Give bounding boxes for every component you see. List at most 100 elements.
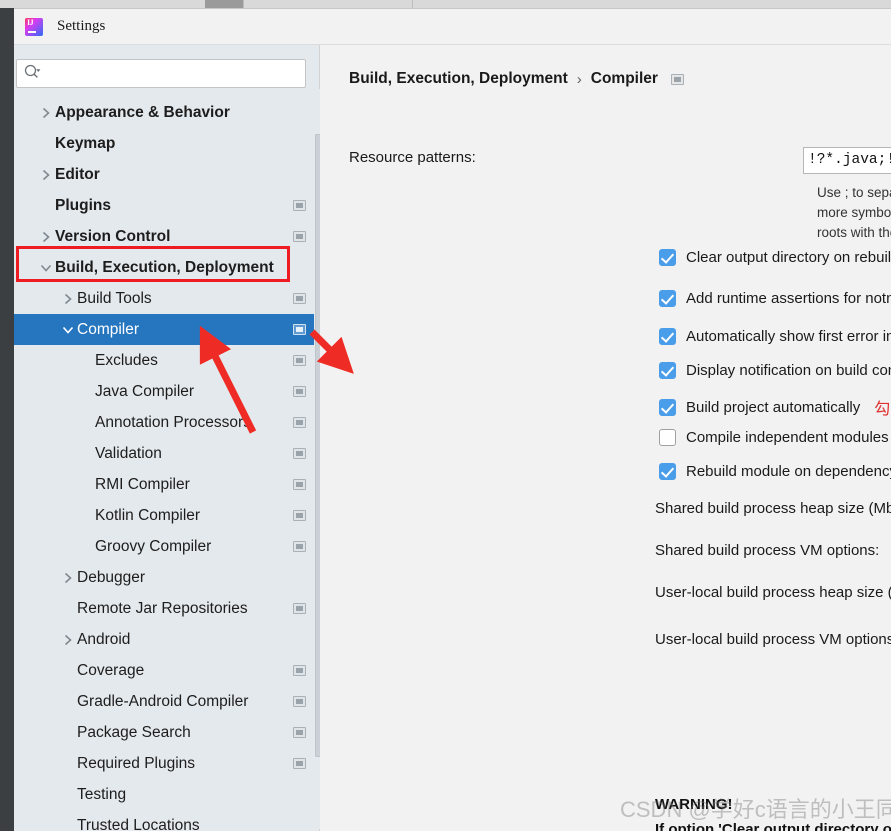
settings-scope-badge-icon[interactable] bbox=[293, 510, 306, 521]
sidebar-item-label: Build, Execution, Deployment bbox=[55, 258, 274, 276]
settings-scope-badge-icon[interactable] bbox=[293, 324, 306, 335]
sidebar-item-appearance-behavior[interactable]: Appearance & Behavior bbox=[14, 97, 320, 128]
checkbox-checked-icon-rebuild-module-on-dependency-change[interactable] bbox=[659, 463, 676, 480]
sidebar-item-debugger[interactable]: Debugger bbox=[14, 562, 320, 593]
settings-scope-badge-icon[interactable] bbox=[293, 448, 306, 459]
search-input[interactable] bbox=[47, 65, 291, 82]
sidebar-item-android[interactable]: Android bbox=[14, 624, 320, 655]
breadcrumb-parent[interactable]: Build, Execution, Deployment bbox=[349, 70, 568, 88]
checkbox-checked-icon-automatically-show-first-error-in-editor[interactable] bbox=[659, 328, 676, 345]
settings-dialog: Settings Appearance & BehaviorKeymapEdit bbox=[14, 8, 891, 831]
compiler-settings-panel: Build, Execution, Deployment › Compiler … bbox=[320, 45, 891, 831]
chevron-right-icon[interactable] bbox=[60, 632, 76, 648]
dialog-title-bar: Settings bbox=[14, 9, 891, 45]
sidebar-item-validation[interactable]: Validation bbox=[14, 438, 320, 469]
sidebar-item-annotation-processors[interactable]: Annotation Processors bbox=[14, 407, 320, 438]
settings-scope-badge-icon[interactable] bbox=[293, 665, 306, 676]
checkbox-row-add-runtime-assertions-for-notnull-annotated-methods-and-parameters[interactable]: Add runtime assertions for notnull-annot… bbox=[659, 290, 891, 307]
checkbox-row-automatically-show-first-error-in-editor[interactable]: Automatically show first error in editor bbox=[659, 328, 891, 345]
settings-tree[interactable]: Appearance & Behavior Keymap Editor Plugins… bbox=[14, 97, 320, 831]
sidebar-search[interactable] bbox=[16, 59, 306, 88]
chevron-right-icon[interactable] bbox=[38, 229, 54, 245]
sidebar-item-plugins[interactable]: Plugins bbox=[14, 190, 320, 221]
checkbox-row-rebuild-module-on-dependency-change[interactable]: Rebuild module on dependency change bbox=[659, 463, 891, 480]
checkbox-unchecked-icon-compile-independent-modules-in-parallel[interactable] bbox=[659, 429, 676, 446]
settings-scope-badge-icon[interactable] bbox=[293, 231, 306, 242]
breadcrumb-current: Compiler bbox=[590, 70, 658, 87]
settings-scope-badge-icon[interactable] bbox=[293, 758, 306, 769]
breadcrumb-separator-icon: › bbox=[576, 70, 582, 88]
checkbox-label: Automatically show first error in editor bbox=[686, 328, 891, 345]
checkbox-row-display-notification-on-build-completion[interactable]: Display notification on build completion bbox=[659, 362, 891, 379]
settings-scope-badge-icon[interactable] bbox=[293, 355, 306, 366]
sidebar-item-build-execution-deployment[interactable]: Build, Execution, Deployment bbox=[14, 252, 320, 283]
settings-scope-badge-icon[interactable] bbox=[293, 417, 306, 428]
sidebar-item-trusted-locations[interactable]: Trusted Locations bbox=[14, 810, 320, 831]
checkbox-label: Clear output directory on rebuild bbox=[686, 249, 891, 266]
sidebar-item-label: Keymap bbox=[55, 134, 116, 152]
settings-scope-badge-icon[interactable] bbox=[293, 541, 306, 552]
warning-line-2: If option 'Clear output directory on reb… bbox=[655, 821, 891, 831]
settings-scope-badge-icon[interactable] bbox=[293, 696, 306, 707]
checkbox-checked-icon-add-runtime-assertions-for-notnull-annotated-methods-and-parameters[interactable] bbox=[659, 290, 676, 307]
ide-top-strip-tab bbox=[205, 0, 243, 8]
sidebar-item-groovy-compiler[interactable]: Groovy Compiler bbox=[14, 531, 320, 562]
chevron-right-icon[interactable] bbox=[60, 570, 76, 586]
checkbox-row-build-project-automatically[interactable]: Build project automatically 勾选 bbox=[659, 395, 891, 419]
settings-sidebar: Appearance & Behavior Keymap Editor Plugins… bbox=[14, 45, 326, 831]
sidebar-item-label: Debugger bbox=[77, 568, 146, 586]
settings-scope-badge-icon[interactable] bbox=[293, 293, 306, 304]
search-box[interactable] bbox=[16, 59, 306, 88]
sidebar-item-compiler[interactable]: Compiler bbox=[14, 314, 320, 345]
chevron-down-icon[interactable] bbox=[60, 322, 76, 338]
settings-scope-badge-icon[interactable] bbox=[293, 603, 306, 614]
sidebar-item-rmi-compiler[interactable]: RMI Compiler bbox=[14, 469, 320, 500]
sidebar-item-package-search[interactable]: Package Search bbox=[14, 717, 320, 748]
sidebar-item-label: Trusted Locations bbox=[77, 816, 200, 831]
chevron-right-icon[interactable] bbox=[38, 167, 54, 183]
sidebar-item-editor[interactable]: Editor bbox=[14, 159, 320, 190]
checkbox-row-clear-output-directory-on-rebuild[interactable]: Clear output directory on rebuild bbox=[659, 249, 891, 266]
sidebar-item-label: Plugins bbox=[55, 196, 111, 214]
checkbox-label: Compile independent modules in parallel bbox=[686, 429, 891, 446]
checkbox-checked-icon-display-notification-on-build-completion[interactable] bbox=[659, 362, 676, 379]
sidebar-item-java-compiler[interactable]: Java Compiler bbox=[14, 376, 320, 407]
settings-scope-badge-icon[interactable] bbox=[293, 727, 306, 738]
sidebar-item-kotlin-compiler[interactable]: Kotlin Compiler bbox=[14, 500, 320, 531]
field-label-user-local-build-process-heap-size-mbytes-overrides-shared-size: User-local build process heap size (Mbyt… bbox=[655, 584, 891, 601]
chevron-right-icon[interactable] bbox=[60, 291, 76, 307]
annotation-text: 勾选 bbox=[874, 401, 891, 418]
chevron-right-icon[interactable] bbox=[38, 105, 54, 121]
resource-patterns-input[interactable]: !?*.java;!?*.form;!?*.class;!?*.groovy;!… bbox=[803, 147, 891, 174]
sidebar-item-version-control[interactable]: Version Control bbox=[14, 221, 320, 252]
sidebar-item-coverage[interactable]: Coverage bbox=[14, 655, 320, 686]
sidebar-item-label: RMI Compiler bbox=[95, 475, 190, 493]
sidebar-item-label: Validation bbox=[95, 444, 162, 462]
sidebar-item-build-tools[interactable]: Build Tools bbox=[14, 283, 320, 314]
checkbox-checked-icon-build-project-automatically[interactable] bbox=[659, 398, 676, 416]
sidebar-item-testing[interactable]: Testing bbox=[14, 779, 320, 810]
sidebar-item-remote-jar-repositories[interactable]: Remote Jar Repositories bbox=[14, 593, 320, 624]
sidebar-item-keymap[interactable]: Keymap bbox=[14, 128, 320, 159]
sidebar-item-label: Remote Jar Repositories bbox=[77, 599, 248, 617]
sidebar-item-label: Editor bbox=[55, 165, 100, 183]
chevron-down-icon[interactable] bbox=[38, 260, 54, 276]
sidebar-item-label: Excludes bbox=[95, 351, 158, 369]
sidebar-item-label: Compiler bbox=[77, 320, 140, 338]
checkbox-row-compile-independent-modules-in-parallel[interactable]: Compile independent modules in parallel bbox=[659, 429, 891, 446]
sidebar-item-excludes[interactable]: Excludes bbox=[14, 345, 320, 376]
sidebar-item-gradle-android-compiler[interactable]: Gradle-Android Compiler bbox=[14, 686, 320, 717]
settings-scope-badge-icon[interactable] bbox=[670, 73, 684, 85]
sidebar-item-label: Gradle-Android Compiler bbox=[77, 692, 249, 710]
checkbox-label: Add runtime assertions for notnull-annot… bbox=[686, 290, 891, 307]
sidebar-item-required-plugins[interactable]: Required Plugins bbox=[14, 748, 320, 779]
ide-top-strip bbox=[0, 0, 891, 8]
sidebar-item-label: Coverage bbox=[77, 661, 145, 679]
checkbox-checked-icon-clear-output-directory-on-rebuild[interactable] bbox=[659, 249, 676, 266]
sidebar-item-label: Required Plugins bbox=[77, 754, 196, 772]
settings-scope-badge-icon[interactable] bbox=[293, 479, 306, 490]
settings-scope-badge-icon[interactable] bbox=[293, 200, 306, 211]
sidebar-item-label: Appearance & Behavior bbox=[55, 103, 230, 121]
settings-scope-badge-icon[interactable] bbox=[293, 386, 306, 397]
sidebar-item-label: Build Tools bbox=[77, 289, 152, 307]
